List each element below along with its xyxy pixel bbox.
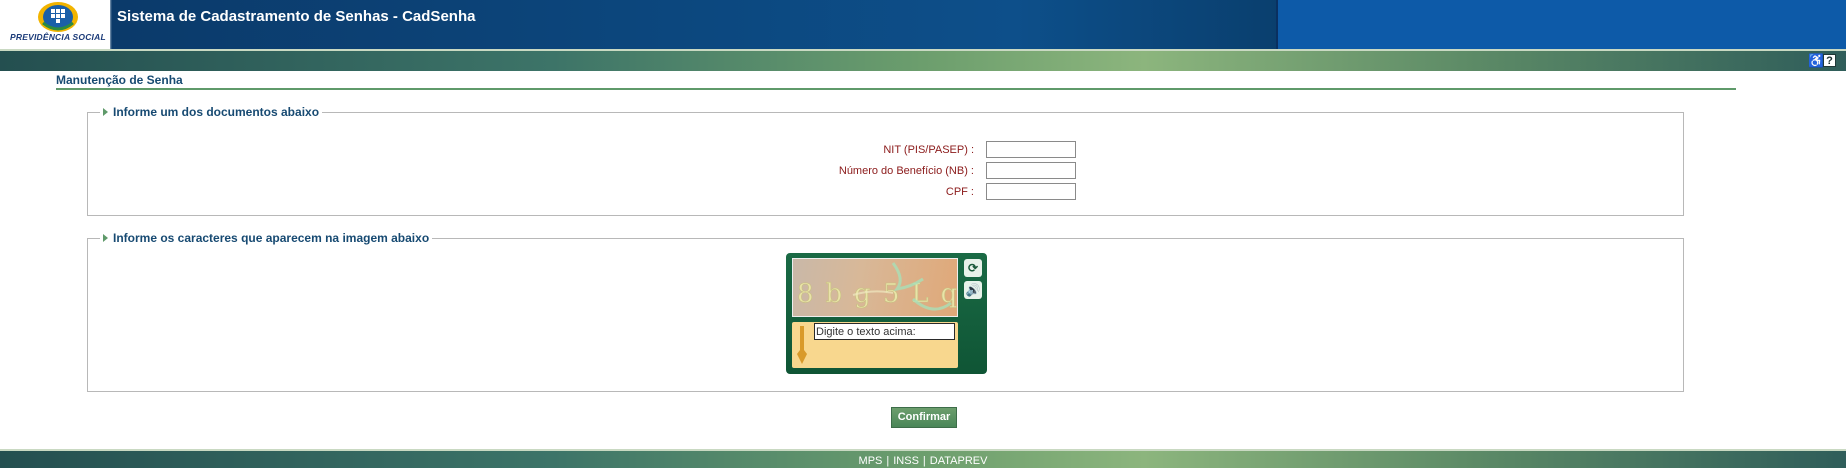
- captcha-legend: Informe os caracteres que aparecem na im…: [100, 231, 433, 245]
- footer-separator: |: [922, 455, 926, 467]
- title-divider: [56, 88, 1736, 90]
- nit-row: NIT (PIS/PASEP) :: [774, 141, 1076, 158]
- nit-input[interactable]: [986, 141, 1076, 158]
- captcha-input[interactable]: [814, 323, 955, 340]
- nit-label: NIT (PIS/PASEP) :: [883, 143, 974, 156]
- footer-link-mps[interactable]: MPS: [859, 453, 883, 470]
- footer-link-inss[interactable]: INSS: [893, 453, 919, 470]
- hand-pointer-icon: [797, 326, 807, 364]
- confirm-button[interactable]: Confirmar: [891, 407, 957, 428]
- logo-text: PREVIDÊNCIA SOCIAL: [10, 32, 106, 42]
- previdencia-logo: PREVIDÊNCIA SOCIAL: [0, 0, 110, 49]
- header: PREVIDÊNCIA SOCIAL Sistema de Cadastrame…: [0, 0, 1846, 49]
- wheelchair-icon[interactable]: ♿: [1808, 54, 1824, 67]
- captcha-legend-text: Informe os caracteres que aparecem na im…: [113, 231, 430, 245]
- help-button[interactable]: ?: [1823, 54, 1836, 67]
- captcha-image: 8bg5Lq: [792, 258, 958, 317]
- arrow-right-icon: [103, 108, 108, 116]
- header-divider: [1276, 0, 1278, 49]
- speaker-icon[interactable]: 🔊: [964, 281, 982, 299]
- app-title: Sistema de Cadastramento de Senhas - Cad…: [117, 8, 476, 25]
- footer-link-dataprev[interactable]: DATAPREV: [930, 453, 988, 470]
- nb-input[interactable]: [986, 162, 1076, 179]
- captcha-widget: 8bg5Lq ⟳ 🔊: [786, 253, 987, 374]
- arrow-right-icon: [103, 234, 108, 242]
- cpf-row: CPF :: [774, 183, 1076, 200]
- cpf-input[interactable]: [986, 183, 1076, 200]
- cpf-label: CPF :: [945, 185, 974, 198]
- nb-row: Número do Benefício (NB) :: [774, 162, 1076, 179]
- nb-label: Número do Benefício (NB) :: [838, 164, 974, 177]
- documents-legend-text: Informe um dos documentos abaixo: [113, 105, 320, 119]
- toolbar-band: ♿ ?: [0, 49, 1846, 71]
- refresh-icon[interactable]: ⟳: [964, 259, 982, 277]
- captcha-fieldset: Informe os caracteres que aparecem na im…: [87, 231, 1684, 392]
- documents-legend: Informe um dos documentos abaixo: [100, 105, 323, 119]
- captcha-image-graphic: 8bg5Lq: [797, 262, 958, 311]
- captcha-input-area: [792, 322, 958, 368]
- captcha-text: 8bg5Lq: [797, 279, 958, 309]
- logo-emblem-icon: [38, 2, 78, 32]
- footer-separator: |: [886, 455, 890, 467]
- page-title: Manutenção de Senha: [56, 73, 183, 87]
- footer: MPS | INSS | DATAPREV: [0, 449, 1846, 468]
- documents-fieldset: Informe um dos documentos abaixo NIT (PI…: [87, 105, 1684, 216]
